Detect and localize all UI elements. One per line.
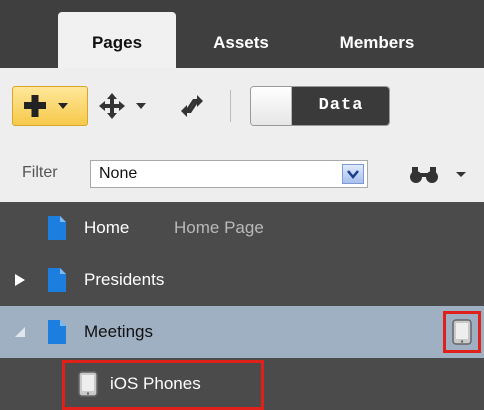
tree-item-label: Meetings [84, 322, 153, 341]
filter-row: Filter None [0, 144, 484, 202]
tree-item-sublabel: Home Page [174, 218, 264, 237]
toolbar: Data [0, 68, 484, 144]
data-toggle-label: Data [292, 87, 389, 125]
data-toggle[interactable]: Data [250, 86, 390, 126]
page-icon [48, 268, 66, 292]
filter-selected-value: None [99, 165, 138, 182]
pages-panel: Pages Assets Members Data Filter None Ho… [0, 0, 484, 410]
add-page-button[interactable] [12, 86, 88, 126]
collapse-arrow-icon[interactable] [14, 325, 26, 339]
tree-item-meetings[interactable]: Meetings [0, 306, 484, 358]
move-arrows-icon [99, 93, 146, 119]
tree-item-presidents[interactable]: Presidents [0, 254, 484, 306]
tree-item-home[interactable]: Home Home Page [0, 202, 484, 254]
toolbar-divider [230, 90, 231, 122]
tree-item-label: Home [84, 218, 130, 237]
chevron-down-icon [456, 172, 466, 177]
toggle-knob[interactable] [251, 87, 292, 125]
view-options-button[interactable] [408, 160, 468, 188]
dropdown-button[interactable] [342, 164, 364, 184]
refresh-button[interactable] [172, 86, 212, 126]
filter-select[interactable]: None [90, 160, 368, 188]
expand-arrow-icon[interactable] [14, 273, 26, 287]
tree-item-label: iOS Phones [110, 374, 201, 393]
page-icon [48, 320, 66, 344]
tab-bar: Pages Assets Members [0, 0, 484, 68]
tab-assets[interactable]: Assets [186, 12, 296, 68]
filter-label: Filter [22, 164, 58, 181]
mobile-device-icon [78, 371, 98, 397]
tree-item-label: Presidents [84, 270, 165, 289]
tab-members[interactable]: Members [312, 12, 442, 68]
refresh-icon [181, 95, 203, 117]
chevron-down-icon [347, 170, 359, 179]
plus-icon [24, 95, 68, 117]
tree-item-ios-phones[interactable]: iOS Phones [0, 358, 484, 410]
page-icon [48, 216, 66, 240]
mobile-device-icon[interactable] [452, 319, 472, 345]
binoculars-icon [410, 167, 438, 183]
page-tree: Home Home Page Presidents Meetings iOS P… [0, 202, 484, 410]
tab-pages[interactable]: Pages [58, 12, 176, 68]
move-button[interactable] [98, 86, 158, 126]
